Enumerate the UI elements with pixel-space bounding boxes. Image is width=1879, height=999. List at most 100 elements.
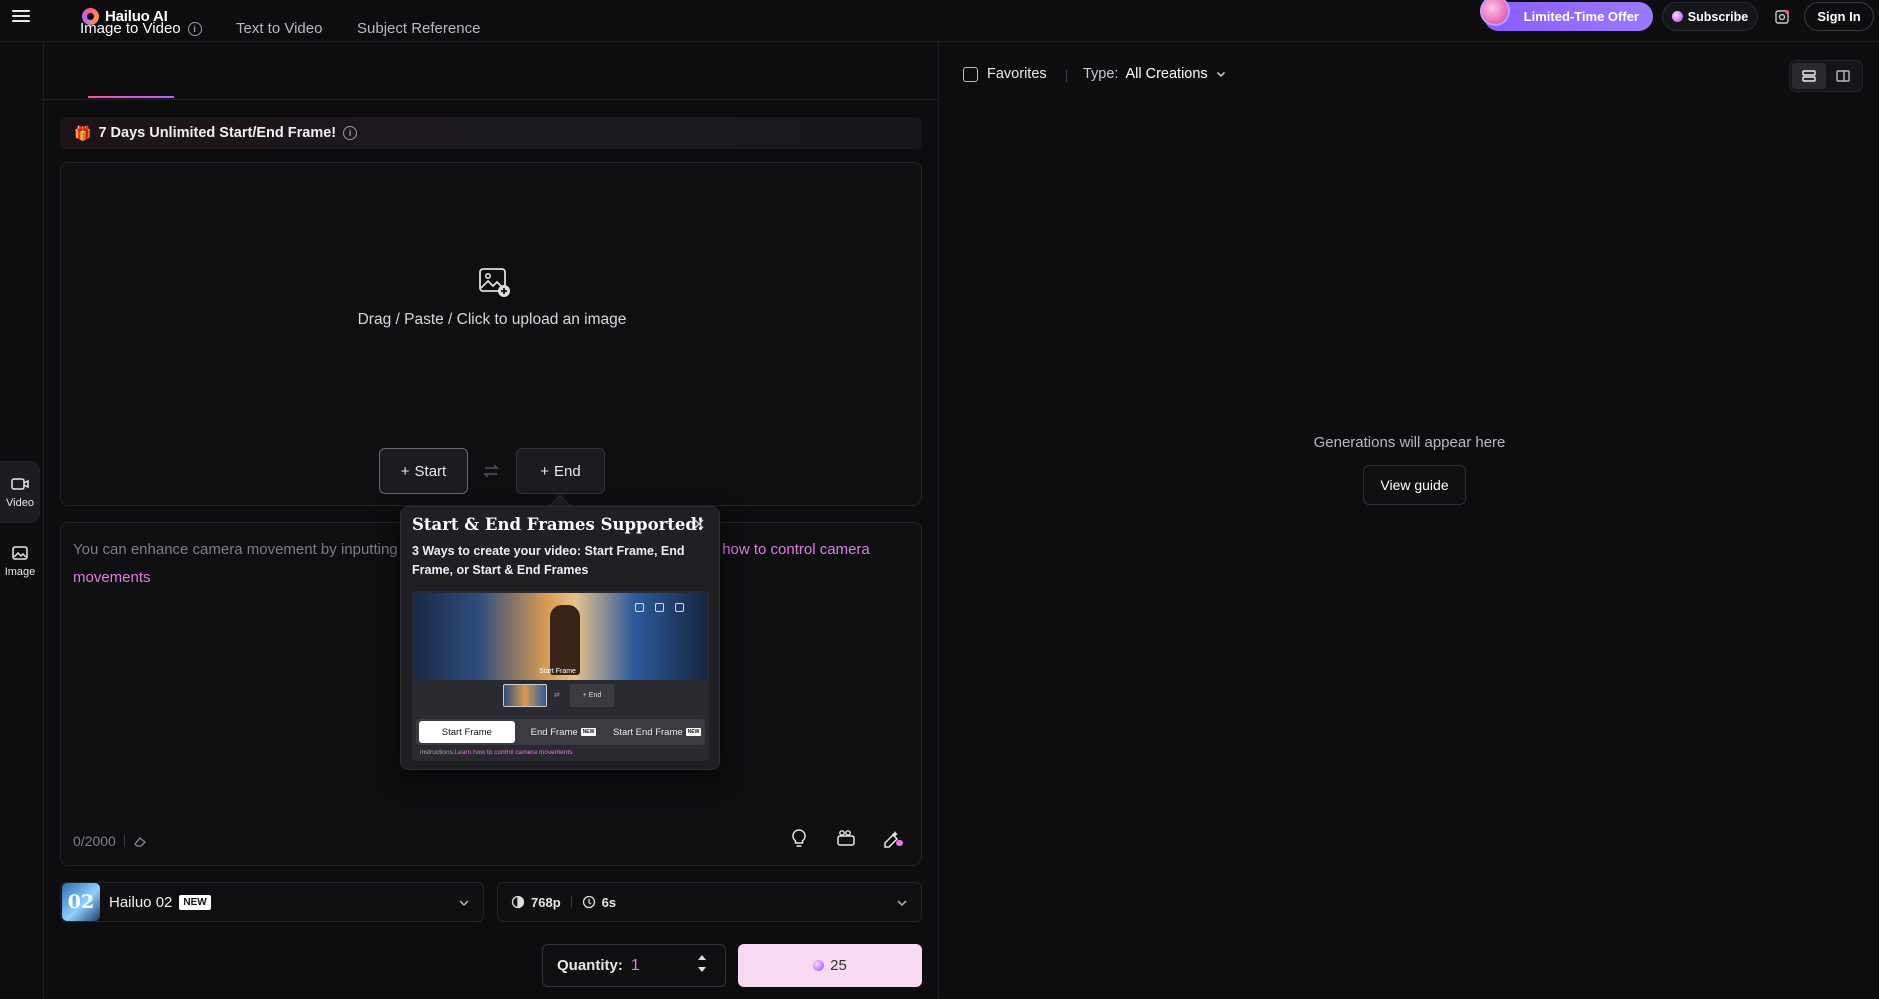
favorites-label: Favorites — [987, 66, 1047, 82]
subscribe-label: Subscribe — [1687, 9, 1749, 24]
generate-button[interactable]: 25 — [738, 944, 922, 987]
promo-text: 7 Days Unlimited Start/End Frame! — [98, 125, 337, 141]
preview-figure — [550, 605, 580, 675]
end-label: End — [554, 462, 581, 480]
preview-end-button: + End — [570, 684, 614, 707]
preview-tab-end: End Frame NEW — [519, 727, 609, 738]
new-badge: NEW — [179, 894, 211, 910]
notification-icon — [1775, 10, 1789, 24]
end-frame-button[interactable]: + End — [516, 448, 605, 494]
feature-preview-image: Start Frame ⇄ + End Start Frame End Fram… — [412, 591, 709, 761]
quantity-stepper[interactable]: Quantity: 1 — [542, 944, 726, 987]
tab-label: Image to Video — [80, 20, 181, 37]
model-name: Hailuo 02 — [109, 893, 173, 911]
divider — [1066, 70, 1067, 82]
swap-icon[interactable] — [481, 461, 501, 481]
chevron-down-icon — [1216, 71, 1225, 78]
char-count: 0/2000 — [73, 833, 116, 849]
view-guide-button[interactable]: View guide — [1363, 465, 1466, 505]
quantity-label: Quantity: — [557, 957, 623, 974]
list-view-button[interactable] — [1792, 63, 1826, 89]
credit-gem-icon — [813, 960, 825, 971]
mode-tabs — [44, 42, 938, 100]
preview-tabs: Start Frame End Frame NEW Start End Fram… — [416, 719, 705, 745]
increment-icon[interactable] — [697, 953, 707, 961]
empty-state-message: Generations will appear here — [1313, 434, 1506, 451]
preview-start-thumb — [503, 684, 547, 707]
gem-icon — [1671, 11, 1683, 22]
preview-tab-label: Start End Frame — [612, 726, 683, 738]
menu-icon[interactable] — [10, 6, 32, 26]
resolution-value: 768p — [531, 894, 561, 910]
preview-badge: NEW — [685, 728, 702, 736]
favorites-filter[interactable]: Favorites — [963, 66, 1047, 82]
enhance-icon — [884, 831, 903, 848]
preview-instructions: instructions.Learn how to control camera… — [420, 749, 572, 756]
preview-badge: NEW — [580, 728, 597, 736]
rail-item-video[interactable]: Video — [0, 461, 40, 523]
decrement-icon[interactable] — [697, 966, 707, 974]
upload-instructions: Drag / Paste / Click to upload an image — [357, 311, 627, 328]
stepper-arrows — [697, 953, 707, 974]
rail-item-image[interactable]: Image — [0, 530, 40, 592]
popover-title: Start & End Frames Supported! — [412, 515, 705, 534]
preview-photo: Start Frame — [414, 593, 707, 680]
rail-label-image: Image — [4, 566, 36, 578]
add-image-icon — [477, 266, 511, 298]
info-icon[interactable]: i — [343, 126, 358, 140]
subscribe-button[interactable]: Subscribe — [1662, 2, 1758, 31]
side-panel-icon — [1836, 70, 1850, 82]
tab-subject-reference[interactable]: Subject Reference — [357, 20, 480, 37]
type-label: Type: — [1083, 66, 1119, 82]
quantity-value[interactable]: 1 — [631, 957, 640, 975]
favorites-checkbox[interactable] — [963, 66, 978, 82]
view-mode-toggle — [1789, 60, 1863, 92]
limited-offer-button[interactable]: Limited-Time Offer — [1480, 0, 1653, 31]
lightbulb-icon — [792, 829, 806, 847]
clock-icon — [582, 895, 595, 909]
model-thumbnail: 02 — [62, 883, 100, 921]
eraser-icon[interactable] — [133, 834, 147, 848]
camera-movement-button[interactable] — [833, 825, 859, 851]
chevron-down-icon — [897, 900, 907, 907]
preview-caption: Start Frame — [539, 668, 576, 675]
promo-banner[interactable]: 🎁 7 Days Unlimited Start/End Frame! i — [60, 117, 922, 149]
popover-description: 3 Ways to create your video: Start Frame… — [412, 544, 685, 577]
image-icon — [12, 546, 28, 560]
image-upload-area[interactable]: Drag / Paste / Click to upload an image … — [60, 162, 922, 506]
panel-view-button[interactable] — [1826, 63, 1860, 89]
preview-tool-icons — [635, 603, 684, 612]
tab-text-to-video[interactable]: Text to Video — [236, 20, 322, 37]
frames-tip-popover: Start & End Frames Supported! 3 Ways to … — [400, 506, 720, 770]
preview-tab-start-end: Start End Frame NEW — [612, 727, 702, 738]
divider — [123, 835, 125, 847]
camera-guide-link-rest[interactable]: movements — [73, 569, 151, 586]
divider — [570, 896, 572, 908]
prompt-enhance-button[interactable] — [880, 825, 906, 851]
type-filter-select[interactable]: Type: All Creations — [1083, 66, 1227, 82]
preview-instr-prefix: instructions. — [420, 749, 455, 756]
notification-button[interactable] — [1770, 5, 1794, 29]
gallery-panel: Favorites Type: All Creations Generation… — [938, 42, 1879, 999]
info-icon[interactable]: i — [187, 21, 202, 36]
gift-icon: 🎁 — [74, 124, 92, 141]
plus-icon: + — [540, 462, 550, 480]
video-settings-select[interactable]: 768p 6s — [497, 882, 922, 922]
video-icon — [11, 478, 29, 490]
preview-tab-start: Start Frame — [419, 721, 515, 743]
rail-label-video: Video — [6, 497, 34, 509]
start-frame-button[interactable]: + Start — [379, 448, 468, 494]
type-value: All Creations — [1125, 66, 1208, 82]
char-counter: 0/2000 — [73, 833, 147, 849]
preview-instr-link: Learn how to control camera movements — [454, 749, 573, 756]
model-select[interactable]: 02 Hailuo 02 NEW — [60, 882, 484, 922]
tab-image-to-video[interactable]: Image to Video i — [80, 20, 202, 37]
close-icon[interactable] — [691, 516, 707, 532]
active-tab-indicator — [88, 96, 174, 98]
list-view-icon — [1802, 70, 1816, 82]
sign-in-button[interactable]: Sign In — [1804, 2, 1874, 31]
camera-icon — [837, 830, 855, 846]
resolution-icon — [511, 895, 525, 909]
plus-icon: + — [400, 462, 410, 480]
inspiration-button[interactable] — [786, 825, 812, 851]
